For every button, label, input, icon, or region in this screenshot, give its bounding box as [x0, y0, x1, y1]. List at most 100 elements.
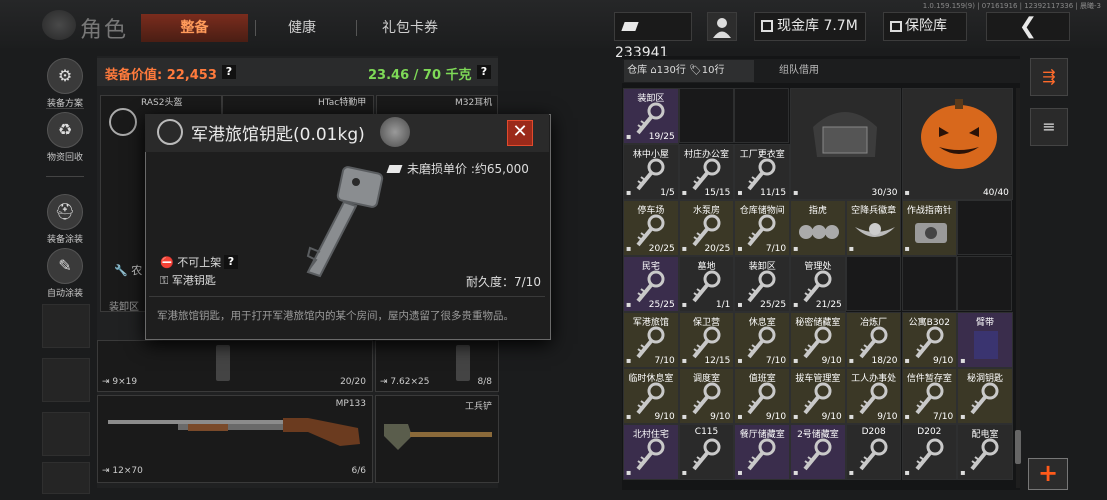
item-name: 仓库储物间 [739, 206, 785, 216]
layer-button[interactable]: ≡ [1030, 108, 1068, 146]
stash-item[interactable]: 30/30 ▪ [790, 88, 902, 200]
stash-item[interactable]: 休息室 7/10 ▪ [734, 312, 791, 368]
sidebar-slot[interactable] [42, 412, 90, 456]
helmet-paint-icon: ⛑ [47, 194, 83, 230]
stash-item[interactable]: 冶炼厂 18/20 ▪ [845, 312, 902, 368]
item-durability: 18/20 [871, 356, 898, 366]
stash-item[interactable]: C115 ▪ [678, 424, 735, 480]
item-durability: 9/10 [932, 356, 954, 366]
sidebar-slot[interactable] [42, 304, 90, 348]
item-durability: 30/30 [871, 188, 898, 198]
tab-health[interactable]: 健康 [262, 14, 342, 42]
stash-item[interactable]: 调度室 9/10 ▪ [678, 368, 735, 424]
stash-item[interactable]: 指虎 ▪ [790, 200, 846, 256]
stash-scrollbar-track[interactable] [1016, 88, 1020, 488]
key-icon [692, 438, 721, 471]
stash-item[interactable]: 秘密储藏室 9/10 ▪ [790, 312, 846, 368]
storage-tag-icon: ▪ [793, 244, 799, 253]
stash-item[interactable]: 工厂更衣室 11/15 ▪ [734, 144, 791, 200]
operator-avatar-icon [713, 18, 731, 38]
weight-help-button[interactable]: ? [477, 65, 491, 79]
stash-item[interactable]: 水泵房 20/25 ▪ [678, 200, 735, 256]
stash-item[interactable]: 军港旅馆 7/10 ▪ [623, 312, 679, 368]
tab-warehouse-label: 仓库 [627, 65, 648, 76]
storage-tag-icon: ▪ [681, 356, 688, 365]
stash-empty-cell[interactable] [734, 88, 790, 143]
unsellable-help-button[interactable]: ? [224, 255, 238, 269]
cash-vault-button[interactable]: 现金库 7.7M [754, 12, 866, 41]
stash-item[interactable]: 2号储藏室 ▪ [790, 424, 846, 480]
stash-item[interactable]: 配电室 ▪ [957, 424, 1013, 480]
value-help-button[interactable]: ? [222, 65, 236, 79]
equipment-paint-button[interactable]: ⛑ 装备涂装 [42, 194, 88, 245]
item-durability: 9/10 [821, 412, 842, 422]
stash-item[interactable]: 保卫营 12/15 ▪ [678, 312, 735, 368]
shovel-slot[interactable]: 工兵铲 [375, 395, 499, 483]
item-durability: 25/25 [760, 300, 787, 310]
sort-button[interactable]: ⇶ [1030, 58, 1068, 96]
stash-item[interactable]: 民宅 25/25 ▪ [623, 256, 679, 312]
item-durability: 20/25 [648, 244, 675, 254]
stash-empty-cell[interactable] [957, 256, 1013, 311]
stash-item[interactable]: 墓地 1/1 ▪ [678, 256, 735, 312]
item-name: C115 [694, 427, 719, 437]
item-durability: 1/1 [715, 300, 731, 310]
stash-item[interactable]: 村庄办公室 15/15 ▪ [678, 144, 735, 200]
key-icon [747, 382, 776, 415]
price-row: 未磨损单价 :约65,000 [386, 160, 529, 177]
equipment-plan-button[interactable]: ⚙ 装备方案 [42, 58, 88, 109]
tab-team-borrow[interactable]: 组队借用 [760, 60, 838, 82]
stash-scrollbar-thumb[interactable] [1015, 430, 1021, 464]
stash-item[interactable]: 餐厅储藏室 ▪ [734, 424, 791, 480]
sidebar-slot[interactable] [42, 358, 90, 402]
stash-item[interactable]: 仓库储物间 7/10 ▪ [734, 200, 791, 256]
storage-tag-icon: ▪ [737, 300, 743, 309]
stash-item[interactable]: 值班室 9/10 ▪ [734, 368, 791, 424]
tab-warehouse[interactable]: 仓库 ⌂130行 🏷10行 [624, 60, 754, 82]
stash-item[interactable]: 40/40 ▪ [901, 88, 1013, 200]
stash-item[interactable]: 临时休息室 9/10 ▪ [623, 368, 679, 424]
stash-item[interactable]: D208 ▪ [845, 424, 902, 480]
stash-item[interactable]: 林中小屋 1/5 ▪ [623, 144, 679, 200]
stash-item[interactable]: 公寓B302 9/10 ▪ [901, 312, 958, 368]
key-icon [636, 158, 665, 191]
stash-empty-cell[interactable] [678, 88, 734, 143]
stash-empty-cell[interactable] [845, 256, 901, 311]
stash-item[interactable]: 工人办事处 9/10 ▪ [845, 368, 902, 424]
shotgun-slot[interactable]: MP133 ⇥ 12×70 6/6 [97, 395, 373, 483]
key-icon [914, 382, 943, 415]
stash-empty-cell[interactable] [901, 256, 957, 311]
item-name: 空降兵徽章 [851, 206, 897, 216]
recycle-button[interactable]: ♻ 物资回收 [42, 112, 88, 163]
stash-item[interactable]: 管理处 21/25 ▪ [790, 256, 846, 312]
stash-item[interactable]: 空降兵徽章 ▪ [845, 200, 902, 256]
stash-item[interactable]: 信件暂存室 7/10 ▪ [901, 368, 958, 424]
stash-item[interactable]: 停车场 20/25 ▪ [623, 200, 679, 256]
insurance-vault-button[interactable]: 保险库 [883, 12, 967, 41]
storage-tag-icon: ▪ [960, 468, 966, 477]
tab-equipment[interactable]: 整备 [141, 14, 248, 42]
shotgun-count: 6/6 [351, 466, 366, 476]
pistol-slot-left[interactable]: ⇥ 9×19 20/20 [97, 340, 373, 392]
sidebar-slot[interactable] [42, 462, 90, 494]
avatar-button[interactable] [707, 12, 737, 41]
stash-item[interactable]: 北村住宅 ▪ [623, 424, 679, 480]
stash-item[interactable]: 作战指南针 ▪ [901, 200, 958, 256]
key-icon [747, 270, 776, 303]
close-button[interactable]: ✕ [507, 120, 533, 146]
tab-gift-cards[interactable]: 礼包卡券 [370, 14, 450, 42]
stash-empty-cell[interactable] [957, 200, 1013, 255]
stash-item[interactable]: 臂带 ▪ [957, 312, 1013, 368]
shotgun-ammo: ⇥ 12×70 [102, 466, 143, 476]
stash-item[interactable]: 装卸区 25/25 ▪ [734, 256, 791, 312]
stash-item[interactable]: 拔车管理室 9/10 ▪ [790, 368, 846, 424]
pistol-slot-right[interactable]: ⇥ 7.62×25 8/8 [375, 340, 499, 392]
stash-item[interactable]: 装卸区 19/25 ▪ [623, 88, 679, 144]
back-button[interactable]: ❮ [986, 12, 1070, 41]
stash-item[interactable]: 秘洞钥匙 ▪ [957, 368, 1013, 424]
durability: 耐久度：7/10 [466, 275, 541, 289]
stash-item[interactable]: D202 ▪ [901, 424, 958, 480]
add-button[interactable]: + [1028, 458, 1068, 490]
auto-paint-button[interactable]: ✎ 自动涂装 [42, 248, 88, 299]
key-icon [803, 270, 832, 303]
